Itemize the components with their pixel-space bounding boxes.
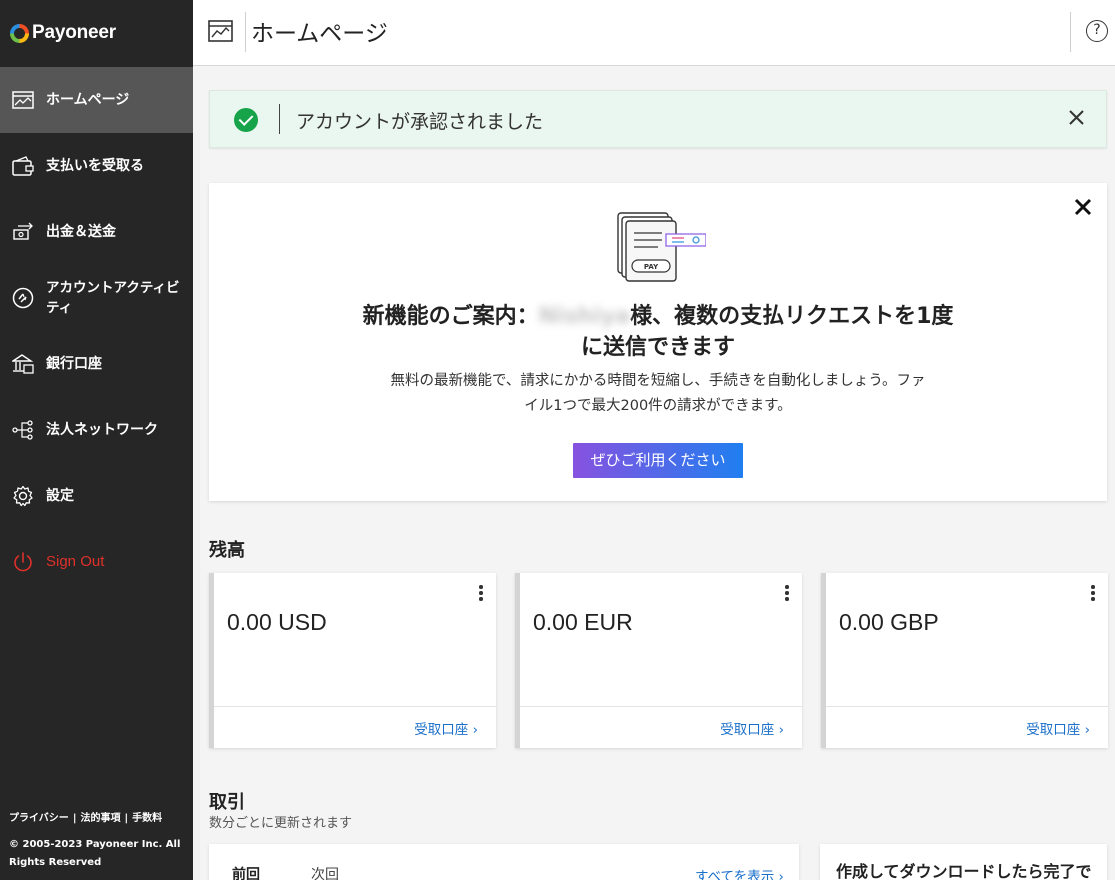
chevron-right-icon: › bbox=[472, 722, 478, 738]
receiving-account-link[interactable]: 受取口座 › bbox=[1026, 718, 1090, 738]
banner-divider bbox=[279, 104, 280, 134]
payoneer-logo[interactable]: Payoneer bbox=[10, 20, 116, 46]
balance-amount: 0.00 EUR bbox=[533, 609, 633, 635]
fees-link[interactable]: 手数料 bbox=[132, 813, 162, 824]
sign-out-label: Sign Out bbox=[46, 553, 105, 570]
close-icon[interactable] bbox=[1066, 107, 1088, 129]
card-divider bbox=[214, 706, 496, 707]
payoneer-logo-icon bbox=[10, 23, 29, 43]
more-options-icon[interactable] bbox=[476, 585, 486, 603]
balance-section-title: 残高 bbox=[209, 540, 245, 561]
page-title: ホームページ bbox=[251, 21, 388, 47]
footer-separator: | bbox=[124, 813, 129, 824]
receiving-account-link[interactable]: 受取口座 › bbox=[414, 718, 478, 738]
sidebar-item-label: 出金＆送金 bbox=[46, 224, 116, 240]
sidebar-item-home[interactable]: ホームページ bbox=[0, 67, 193, 133]
transfer-icon bbox=[11, 220, 35, 244]
promo-description: 無料の最新機能で、請求にかかる時間を短縮し、手続きを自動化しましょう。ファ イル1… bbox=[390, 373, 926, 414]
close-icon[interactable] bbox=[1073, 197, 1093, 217]
balance-card-usd: 0.00 USD 受取口座 › bbox=[209, 573, 496, 748]
pay-request-illustration: PAY bbox=[617, 212, 706, 282]
sidebar-item-activity[interactable]: アカウントアクティビ ティ bbox=[0, 265, 193, 331]
sidebar-item-label: 支払いを受取る bbox=[46, 158, 144, 174]
balance-amount: 0.00 USD bbox=[227, 609, 327, 635]
balance-card-eur: 0.00 EUR 受取口座 › bbox=[515, 573, 802, 748]
sidebar-item-label: 銀行口座 bbox=[46, 356, 102, 372]
blurred-user-name: Nishiya bbox=[538, 304, 631, 329]
download-card-title: 作成してダウンロードしたら完了で bbox=[836, 862, 1092, 880]
banner-message: アカウントが承認されました bbox=[296, 111, 544, 133]
receiving-account-link[interactable]: 受取口座 › bbox=[720, 718, 784, 738]
home-chart-icon bbox=[208, 20, 233, 42]
check-circle-icon bbox=[234, 108, 258, 132]
download-card: 作成してダウンロードしたら完了で bbox=[820, 844, 1107, 880]
sidebar-item-label: アカウントアクティビ ティ bbox=[46, 280, 180, 316]
sidebar-item-label: 設定 bbox=[46, 488, 74, 504]
wallet-icon bbox=[11, 154, 35, 178]
header-divider bbox=[245, 12, 246, 52]
sidebar-item-receive[interactable]: 支払いを受取る bbox=[0, 133, 193, 199]
sidebar-item-label: ホームページ bbox=[46, 92, 130, 108]
card-divider bbox=[826, 706, 1108, 707]
sidebar-item-label: 法人ネットワーク bbox=[46, 422, 158, 438]
legal-link[interactable]: 法的事項 bbox=[80, 813, 120, 824]
more-options-icon[interactable] bbox=[782, 585, 792, 603]
home-chart-icon bbox=[11, 88, 35, 112]
try-now-button[interactable]: ぜひご利用ください bbox=[573, 443, 743, 478]
sidebar-footer: プライバシー | 法的事項 | 手数料 © 2005-2023 Payoneer Inc… bbox=[9, 811, 189, 872]
chevron-right-icon: › bbox=[778, 722, 784, 738]
view-all-link[interactable]: すべてを表示 › bbox=[695, 865, 784, 880]
tab-previous[interactable]: 前回 bbox=[232, 864, 260, 880]
logo-text: Payoneer bbox=[32, 22, 116, 43]
chevron-right-icon: › bbox=[1084, 722, 1090, 738]
tab-next[interactable]: 次回 bbox=[311, 864, 339, 880]
transactions-subtitle: 数分ごとに更新されます bbox=[209, 816, 353, 831]
balance-amount: 0.00 GBP bbox=[839, 609, 939, 635]
sign-out-button[interactable]: Sign Out bbox=[0, 529, 193, 595]
transactions-card: 前回 次回 すべてを表示 › bbox=[209, 844, 799, 880]
top-header: ホームページ ? bbox=[193, 0, 1115, 66]
account-approved-banner: アカウントが承認されました bbox=[209, 90, 1107, 148]
pay-illustration-label: PAY bbox=[644, 263, 659, 271]
network-icon bbox=[11, 418, 35, 442]
sidebar-item-bank[interactable]: 銀行口座 bbox=[0, 331, 193, 397]
help-icon[interactable]: ? bbox=[1086, 20, 1108, 42]
sidebar-item-withdraw[interactable]: 出金＆送金 bbox=[0, 199, 193, 265]
header-divider bbox=[1070, 12, 1071, 52]
sidebar-item-network[interactable]: 法人ネットワーク bbox=[0, 397, 193, 463]
feature-promo-card: PAY 新機能のご案内：Nishiya様、複数の支払リクエストを1度 に送信できま… bbox=[209, 183, 1107, 501]
power-icon bbox=[11, 550, 35, 574]
footer-separator: | bbox=[72, 813, 77, 824]
sidebar-item-settings[interactable]: 設定 bbox=[0, 463, 193, 529]
more-options-icon[interactable] bbox=[1088, 585, 1098, 603]
balance-card-gbp: 0.00 GBP 受取口座 › bbox=[821, 573, 1108, 748]
bank-icon bbox=[11, 352, 35, 376]
privacy-link[interactable]: プライバシー bbox=[9, 813, 69, 824]
copyright: © 2005-2023 Payoneer Inc. All Rights Rese… bbox=[9, 839, 181, 868]
sidebar: Payoneer ホームページ 支払いを受取る 出金＆送金 アカウントアクティビ… bbox=[0, 0, 193, 880]
transactions-section-title: 取引 bbox=[209, 792, 245, 813]
chevron-right-icon: › bbox=[778, 869, 784, 880]
gear-icon bbox=[11, 484, 35, 508]
card-divider bbox=[520, 706, 802, 707]
promo-title: 新機能のご案内：Nishiya様、複数の支払リクエストを1度 に送信できます bbox=[362, 304, 954, 360]
activity-icon bbox=[11, 286, 35, 310]
